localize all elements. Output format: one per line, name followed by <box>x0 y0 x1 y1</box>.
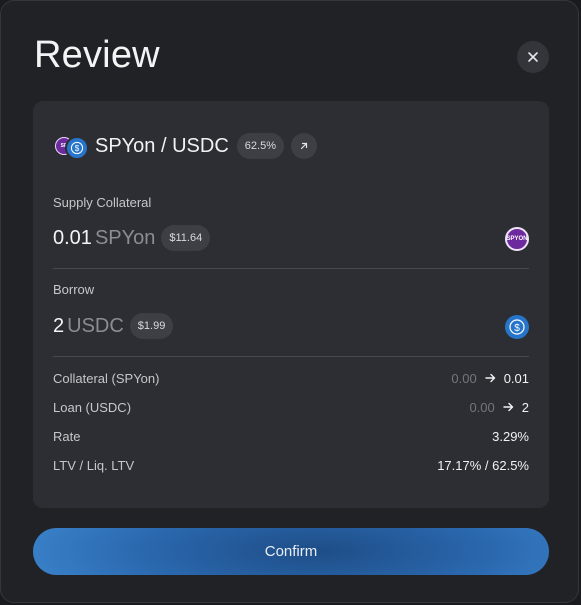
ltv-value: 17.17% / 62.5% <box>437 457 529 473</box>
borrow-amount-row: 2 USDC $1.99 <box>53 312 174 340</box>
supply-unit: SPYon <box>94 226 156 249</box>
loan-change-value: 0.00 2 <box>469 400 529 415</box>
pair-name: SPYon / USDC <box>95 134 229 157</box>
open-market-button[interactable] <box>290 133 317 159</box>
spyon-token-icon: SPYON <box>505 227 529 251</box>
borrow-amount: 2 <box>53 314 65 337</box>
divider <box>53 268 529 269</box>
supply-label: Supply Collateral <box>53 195 152 210</box>
rate-value: 3.29% <box>492 428 529 444</box>
borrow-label: Borrow <box>53 282 95 297</box>
arrow-right-icon <box>503 402 514 412</box>
collateral-change-value: 0.00 0.01 <box>451 371 529 386</box>
arrow-up-right-icon <box>300 142 308 150</box>
supply-amount-row: 0.01 SPYon $11.64 <box>53 224 211 252</box>
old-value: 0.00 <box>451 370 477 386</box>
loan-change-row: Loan (USDC) 0.00 2 <box>53 398 529 416</box>
modal-title: Review <box>34 34 160 76</box>
new-value: 2 <box>521 399 529 415</box>
lltv-badge: 62.5% <box>236 133 284 159</box>
spyon-icon-text: SPYON <box>506 236 528 242</box>
new-value: 0.01 <box>503 370 529 386</box>
supply-amount: 0.01 <box>53 226 92 249</box>
supply-usd-badge: $11.64 <box>161 225 211 251</box>
info-label: Collateral (SPYon) <box>53 370 160 386</box>
info-label: Loan (USDC) <box>53 399 132 415</box>
confirm-button[interactable]: Confirm <box>33 528 549 575</box>
close-icon <box>528 52 538 62</box>
usdc-token-icon: $ <box>505 315 529 339</box>
svg-text:$: $ <box>514 323 520 334</box>
info-label: Rate <box>53 428 81 444</box>
ltv-row: LTV / Liq. LTV 17.17% / 62.5% <box>53 456 529 474</box>
usdc-token-icon: $ <box>65 136 89 160</box>
svg-text:$: $ <box>75 144 80 153</box>
review-card: SP $ SPYon / USDC 62.5% Supply Collatera… <box>33 101 549 508</box>
collateral-change-row: Collateral (SPYon) 0.00 0.01 <box>53 369 529 387</box>
review-modal: Review SP $ SPYon / USDC 62.5% Supply Co… <box>0 0 579 603</box>
rate-row: Rate 3.29% <box>53 427 529 445</box>
pair-token-icons: SP $ <box>53 135 89 160</box>
close-button[interactable] <box>517 41 549 73</box>
divider <box>53 356 529 357</box>
market-pair-header: SP $ SPYon / USDC 62.5% <box>53 132 317 160</box>
borrow-usd-badge: $1.99 <box>129 313 174 339</box>
old-value: 0.00 <box>469 399 495 415</box>
info-label: LTV / Liq. LTV <box>53 457 135 473</box>
arrow-right-icon <box>484 373 496 383</box>
borrow-unit: USDC <box>67 314 124 337</box>
